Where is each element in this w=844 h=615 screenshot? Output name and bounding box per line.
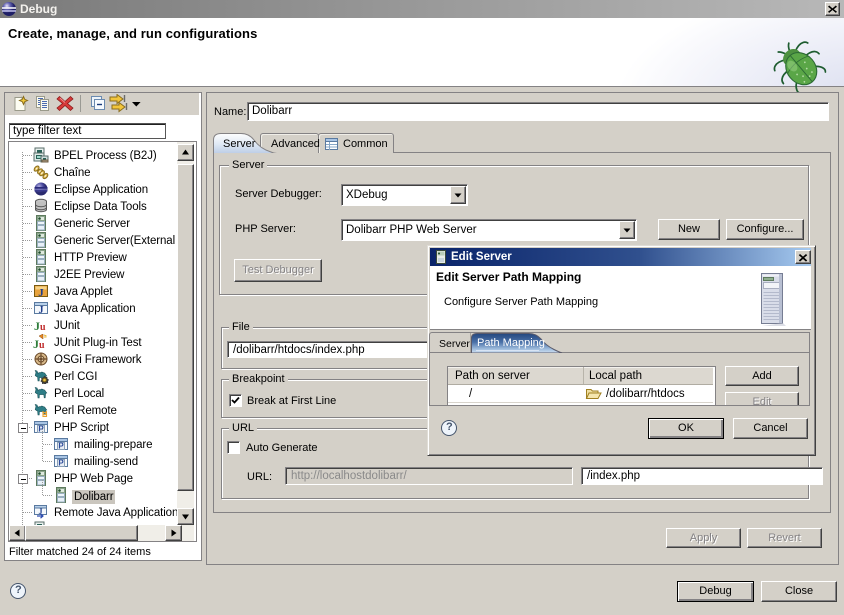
svg-text:J: J — [38, 287, 44, 299]
svg-text:u: u — [39, 340, 45, 350]
svg-text:P: P — [58, 459, 64, 468]
svg-text:J: J — [39, 305, 44, 316]
svg-text:P: P — [58, 442, 64, 451]
svg-text:u: u — [40, 322, 46, 333]
